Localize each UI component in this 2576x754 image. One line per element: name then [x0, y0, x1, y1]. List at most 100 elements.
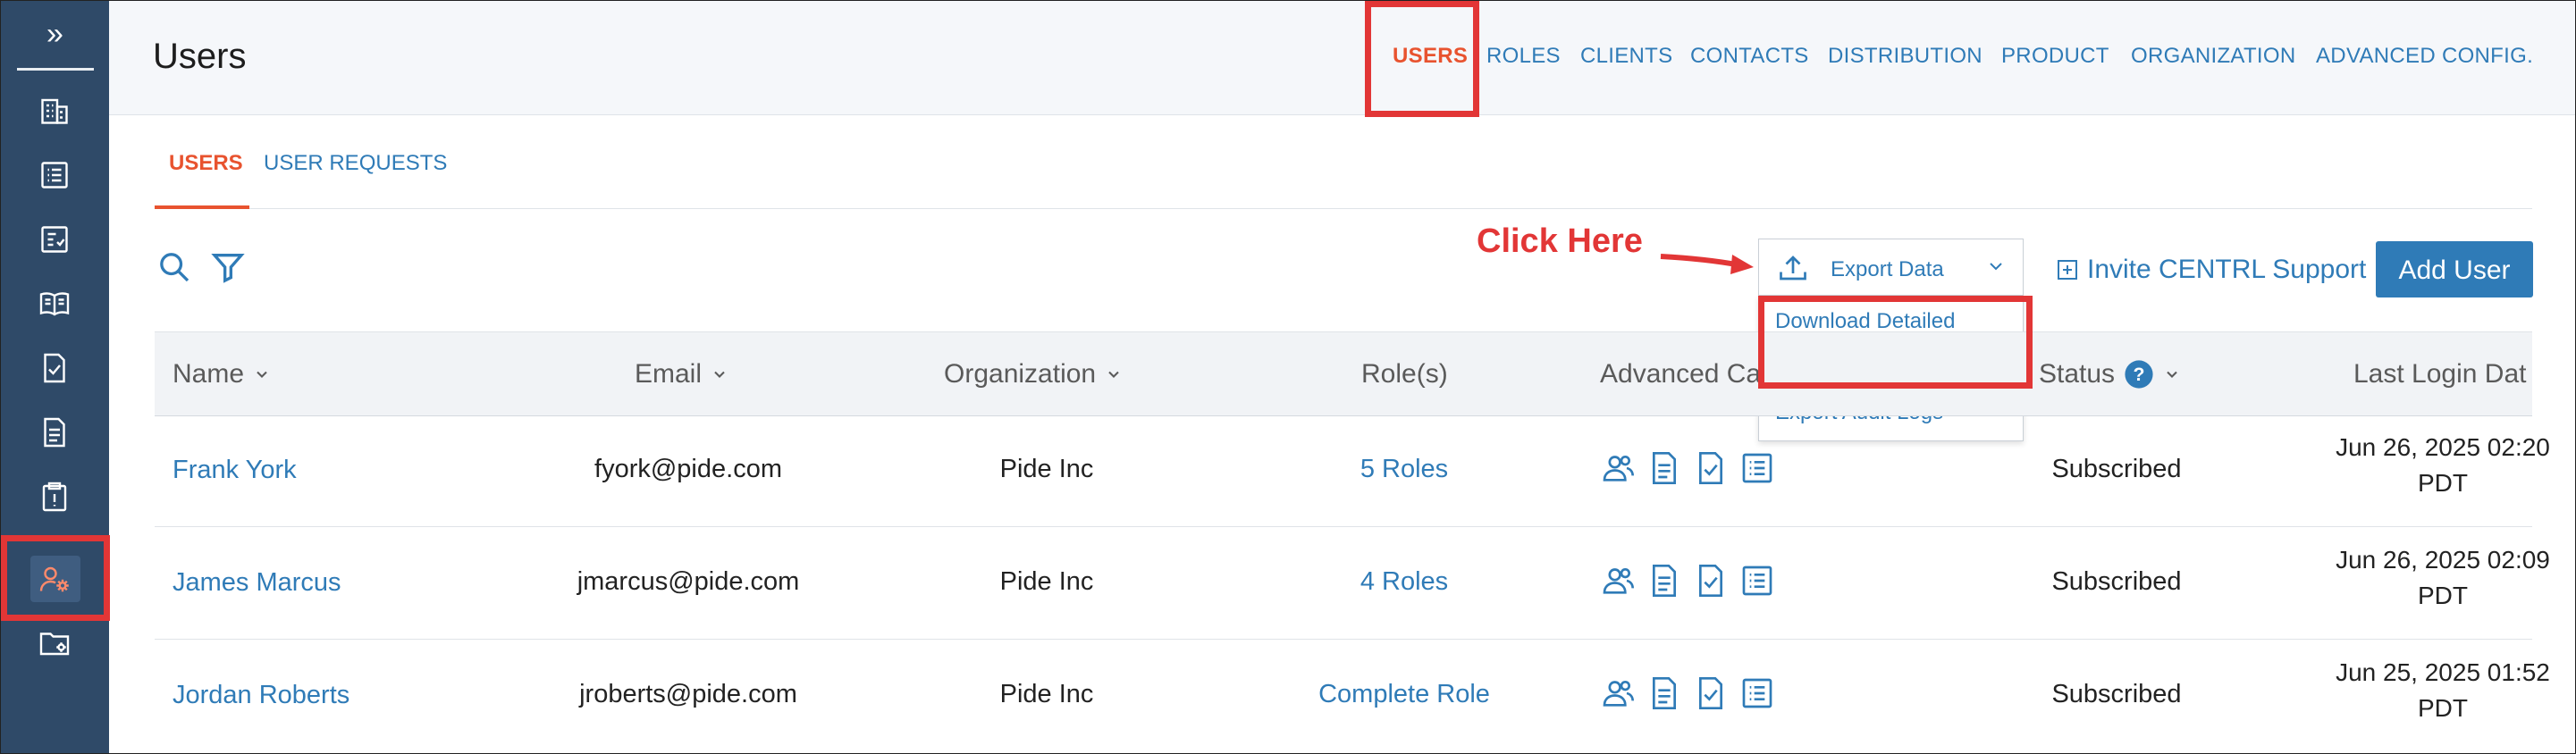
column-header-label: Email: [635, 359, 703, 389]
add-user-button[interactable]: Add User: [2376, 241, 2533, 297]
column-header-label: Role(s): [1361, 359, 1448, 389]
upload-icon: [1780, 256, 1806, 281]
user-last-login: Jun 25, 2025 01:52 PDT: [2327, 655, 2559, 726]
sidebar-item-list[interactable]: [34, 155, 75, 196]
advanced-capabilities-icons: [1600, 675, 1775, 711]
folder-settings-icon: [39, 633, 70, 656]
users-icon[interactable]: [1600, 675, 1636, 711]
checklist-icon: [41, 226, 68, 253]
table-row: Jordan Roberts jroberts@pide.com Pide In…: [155, 640, 2550, 751]
annotation-box-users-tab: [1365, 1, 1479, 117]
user-name-link[interactable]: James Marcus: [173, 568, 341, 598]
svg-text:?: ?: [2134, 364, 2145, 385]
user-email: jroberts@pide.com: [579, 680, 797, 708]
user-last-login: Jun 26, 2025 02:09 PDT: [2327, 542, 2559, 614]
document-check-icon[interactable]: [1693, 675, 1729, 711]
annotation-box-download-report: [1758, 296, 2033, 389]
annotation-arrow-icon: [1660, 254, 1754, 274]
document-check-icon[interactable]: [1693, 563, 1729, 599]
user-email: fyork@pide.com: [594, 455, 782, 483]
sidebar-item-folder-settings[interactable]: [34, 623, 75, 664]
filter-icon[interactable]: [210, 249, 246, 285]
invite-support-button[interactable]: Invite CENTRL Support: [2057, 255, 2366, 285]
chevron-down-icon: [257, 371, 267, 378]
user-email: jmarcus@pide.com: [577, 567, 800, 596]
table-header: Name Email Organization Role(s) Advanced…: [155, 331, 2532, 416]
chevron-down-icon: [1108, 371, 1119, 378]
export-data-button[interactable]: Export Data: [1758, 239, 2024, 296]
user-organization: Pide Inc: [999, 455, 1094, 483]
sidebar: »: [1, 1, 109, 753]
chevron-down-icon: [714, 371, 725, 378]
user-status: Subscribed: [2051, 455, 2182, 483]
export-data-label: Export Data: [1831, 257, 1944, 281]
sidebar-divider: [17, 68, 94, 71]
tab-roles[interactable]: ROLES: [1486, 44, 1561, 69]
last-login-datetime: Jun 26, 2025 02:20: [2336, 433, 2550, 461]
subtab-users[interactable]: USERS: [169, 151, 243, 176]
user-roles-link[interactable]: Complete Role: [1318, 680, 1490, 709]
user-name-link[interactable]: Frank York: [173, 456, 297, 485]
column-header-organization[interactable]: Organization: [944, 359, 1123, 390]
user-last-login: Jun 26, 2025 02:20 PDT: [2327, 430, 2559, 501]
tab-organization[interactable]: ORGANIZATION: [2131, 44, 2296, 69]
column-header-roles: Role(s): [1361, 359, 1448, 390]
sidebar-item-document-check[interactable]: [34, 348, 75, 389]
tab-clients[interactable]: CLIENTS: [1580, 44, 1672, 69]
users-icon[interactable]: [1600, 450, 1636, 486]
document-check-icon[interactable]: [1693, 450, 1729, 486]
search-icon[interactable]: [156, 249, 192, 285]
app-window: » Users USERS ROLES CLIENTS CONTACTS DIS…: [0, 0, 2576, 754]
column-header-label: Organization: [944, 359, 1097, 389]
user-organization: Pide Inc: [999, 680, 1094, 708]
user-roles-link[interactable]: 5 Roles: [1360, 455, 1448, 484]
page-title: Users: [153, 37, 247, 76]
last-login-timezone: PDT: [2418, 694, 2468, 722]
annotation-box-sidebar-users: [1, 535, 110, 621]
help-icon[interactable]: ?: [2124, 359, 2154, 390]
column-header-last-login[interactable]: Last Login Dat: [2353, 359, 2526, 390]
user-status: Subscribed: [2051, 567, 2182, 596]
advanced-capabilities-icons: [1600, 450, 1775, 486]
building-icon: [41, 98, 68, 124]
users-icon[interactable]: [1600, 563, 1636, 599]
column-header-status[interactable]: Status?: [2039, 359, 2181, 390]
list-icon: [41, 162, 68, 188]
plus-box-icon: [2058, 260, 2077, 280]
list-icon[interactable]: [1739, 675, 1775, 711]
sidebar-expand-button[interactable]: »: [1, 13, 109, 54]
tab-distribution[interactable]: DISTRIBUTION: [1828, 44, 1983, 69]
last-login-timezone: PDT: [2418, 469, 2468, 497]
last-login-datetime: Jun 25, 2025 01:52: [2336, 658, 2550, 686]
subtab-divider: [155, 208, 2532, 209]
list-icon[interactable]: [1739, 450, 1775, 486]
tab-contacts[interactable]: CONTACTS: [1690, 44, 1809, 69]
document-icon[interactable]: [1646, 450, 1682, 486]
column-header-label: Status: [2039, 359, 2116, 389]
sidebar-item-document[interactable]: [34, 412, 75, 453]
chevron-down-icon: [1990, 263, 2002, 271]
sidebar-item-book[interactable]: [34, 283, 75, 324]
sidebar-item-clipboard-alert[interactable]: [34, 476, 75, 517]
advanced-capabilities-icons: [1600, 563, 1775, 599]
clipboard-alert-icon: [42, 482, 67, 512]
subtab-user-requests[interactable]: USER REQUESTS: [264, 151, 447, 176]
column-header-email[interactable]: Email: [635, 359, 728, 390]
page-header: Users USERS ROLES CLIENTS CONTACTS DISTR…: [109, 1, 2575, 115]
user-organization: Pide Inc: [999, 567, 1094, 596]
user-name-link[interactable]: Jordan Roberts: [173, 681, 349, 710]
sidebar-item-building[interactable]: [34, 90, 75, 131]
document-check-icon: [44, 353, 65, 383]
tab-advanced-config[interactable]: ADVANCED CONFIG.: [2316, 44, 2533, 69]
list-icon[interactable]: [1739, 563, 1775, 599]
sidebar-item-checklist[interactable]: [34, 219, 75, 260]
column-header-label: Name: [173, 359, 245, 389]
user-status: Subscribed: [2051, 680, 2182, 708]
column-header-name[interactable]: Name: [173, 359, 271, 390]
document-icon[interactable]: [1646, 563, 1682, 599]
user-roles-link[interactable]: 4 Roles: [1360, 567, 1448, 597]
subtab-active-indicator: [155, 205, 249, 209]
tab-product[interactable]: PRODUCT: [2001, 44, 2109, 69]
column-header-label: Last Login Dat: [2353, 359, 2527, 389]
document-icon[interactable]: [1646, 675, 1682, 711]
